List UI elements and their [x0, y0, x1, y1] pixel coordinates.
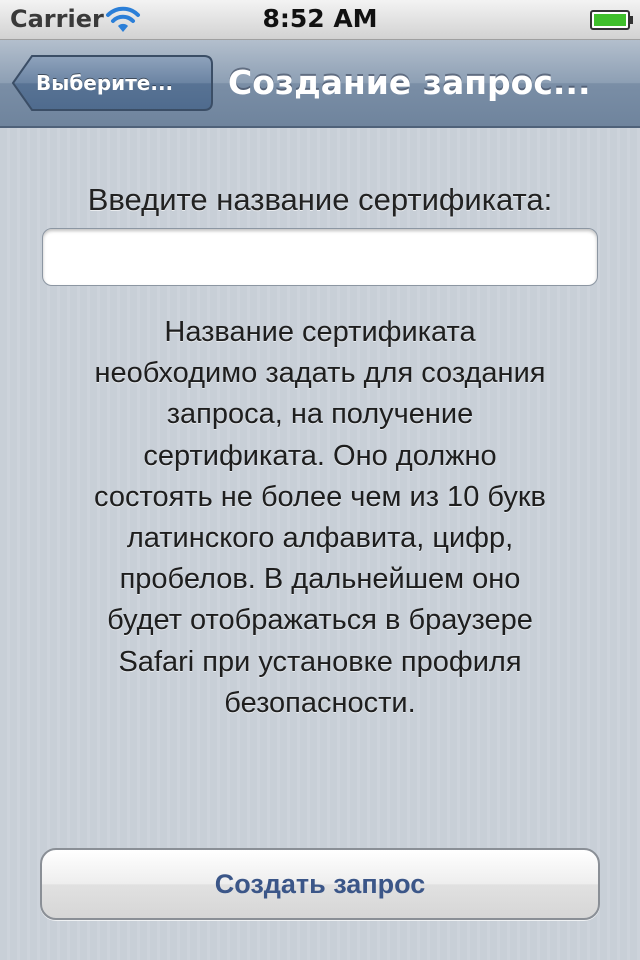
- create-request-button[interactable]: Создать запрос: [40, 848, 600, 920]
- certificate-name-description: Название сертификата необходимо задать д…: [94, 316, 546, 719]
- status-bar: Carrier 8:52 AM: [0, 0, 640, 40]
- status-time: 8:52 AM: [262, 4, 378, 33]
- certificate-name-input[interactable]: [42, 228, 598, 286]
- back-button[interactable]: Выберите...: [10, 54, 214, 112]
- navigation-bar: Выберите... Создание запрос...: [0, 40, 640, 128]
- battery-icon: [590, 10, 633, 30]
- nav-title: Создание запрос...: [228, 63, 591, 102]
- screen: Carrier 8:52 AM Выберите... Создание зап…: [0, 0, 640, 960]
- certificate-name-label: Введите название сертификата:: [87, 182, 553, 217]
- back-button-label: Выберите...: [36, 71, 174, 95]
